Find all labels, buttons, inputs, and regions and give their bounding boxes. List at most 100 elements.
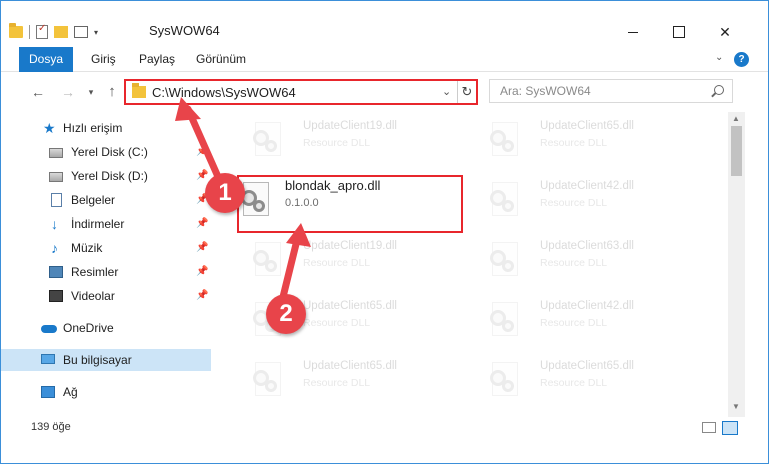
address-path[interactable]: C:\Windows\SysWOW64 [152,85,296,100]
file-name: UpdateClient65.dll [303,300,397,312]
file-name: UpdateClient19.dll [303,120,397,132]
large-icons-view-icon[interactable] [722,421,738,435]
forward-button[interactable]: → [58,82,78,102]
pin-icon[interactable]: 📌 [196,285,208,307]
recent-locations-button[interactable]: ▾ [81,82,101,102]
file-tile[interactable]: UpdateClient19.dll Resource DLL [231,232,461,290]
computer-icon [41,354,55,364]
chevron-down-icon[interactable]: ⌄ [442,85,451,98]
refresh-button[interactable]: ↻ [457,81,476,103]
quick-access-toolbar: ▾ [9,21,98,43]
file-description: Resource DLL [303,317,371,329]
sidebar-item-videos[interactable]: Videolar 📌 [1,285,211,307]
file-tile[interactable]: UpdateClient65.dll Resource DLL [231,292,461,350]
file-description: Resource DLL [540,257,608,269]
folder-icon [132,83,146,98]
pin-icon[interactable]: 📌 [196,261,208,283]
vertical-scrollbar[interactable]: ▲ ▼ [728,112,745,417]
scrollbar-thumb[interactable] [731,126,742,176]
navigation-bar: ← → ▾ ↑ C:\Windows\SysWOW64 ⌄ ↻ Ara: Sys… [1,73,768,111]
file-tile[interactable]: UpdateClient65.dll Resource DLL [468,352,698,410]
address-bar[interactable]: C:\Windows\SysWOW64 ⌄ ↻ [124,79,478,105]
dll-file-icon [488,360,522,402]
file-description: Resource DLL [540,137,608,149]
sidebar-item-music[interactable]: ♪ Müzik 📌 [1,237,211,259]
sidebar-item-label: Müzik [71,241,103,255]
file-name: UpdateClient65.dll [540,120,634,132]
sidebar-item-local-disk-d[interactable]: Yerel Disk (D:) 📌 [1,165,211,187]
file-description: Resource DLL [303,257,371,269]
window-title: SysWOW64 [149,23,220,38]
sidebar-item-label: Belgeler [71,193,116,207]
sidebar-item-onedrive[interactable]: OneDrive [1,317,211,339]
pin-icon[interactable]: 📌 [196,213,208,235]
up-button[interactable]: ↑ [102,82,122,102]
network-icon [41,386,55,398]
highlight-box [237,175,463,233]
sidebar-item-label: Yerel Disk (D:) [71,169,148,183]
file-name: UpdateClient65.dll [540,360,634,372]
music-icon: ♪ [51,240,58,256]
folder-icon[interactable] [9,23,23,38]
sidebar-item-label: Ağ [63,385,78,399]
ribbon-tabs: Dosya Giriş Paylaş Görünüm ⌄ ? [1,47,768,72]
search-box[interactable]: Ara: SysWOW64 [489,79,733,103]
sidebar-item-label: Yerel Disk (C:) [71,145,148,159]
back-button[interactable]: ← [28,82,48,102]
chevron-down-icon[interactable]: ▾ [94,28,98,37]
file-description: Resource DLL [303,377,371,389]
tab-file[interactable]: Dosya [19,47,73,72]
item-count: 139 öğe [31,421,71,433]
maximize-button[interactable] [663,21,695,43]
sidebar-item-label: Resimler [71,265,119,279]
sidebar-item-network[interactable]: Ağ [1,381,211,403]
sidebar-item-quick-access[interactable]: ★ Hızlı erişim [1,117,211,139]
pin-icon[interactable]: 📌 [196,237,208,259]
scroll-up-icon[interactable]: ▲ [732,114,740,123]
file-tile[interactable]: UpdateClient65.dll Resource DLL [231,352,461,410]
file-tile[interactable]: UpdateClient65.dll Resource DLL [468,112,698,170]
file-description: Resource DLL [540,197,608,209]
file-tile[interactable]: UpdateClient42.dll Resource DLL [468,292,698,350]
sidebar-item-pictures[interactable]: Resimler 📌 [1,261,211,283]
dll-file-icon [251,120,285,162]
sidebar-item-label: İndirmeler [71,217,125,231]
sidebar-item-downloads[interactable]: ↓ İndirmeler 📌 [1,213,211,235]
sidebar-item-documents[interactable]: Belgeler 📌 [1,189,211,211]
minimize-button[interactable] [617,21,649,43]
documents-icon [51,193,62,207]
file-tile[interactable]: UpdateClient19.dll Resource DLL [231,112,461,170]
tab-share[interactable]: Paylaş [129,47,185,72]
explorer-window: ▾ SysWOW64 ✕ Dosya Giriş Paylaş Görünüm … [0,0,769,464]
dll-file-icon [251,240,285,282]
tab-view[interactable]: Görünüm [186,47,256,72]
file-name: UpdateClient42.dll [540,300,634,312]
scroll-down-icon[interactable]: ▼ [732,402,740,411]
properties-icon[interactable] [36,23,48,39]
file-name: UpdateClient42.dll [540,180,634,192]
status-bar: 139 öğe [1,417,768,439]
sidebar-item-local-disk-c[interactable]: Yerel Disk (C:) 📌 [1,141,211,163]
file-tile[interactable]: UpdateClient63.dll Resource DLL [468,232,698,290]
pin-icon[interactable]: 📌 [196,141,208,163]
search-placeholder[interactable]: Ara: SysWOW64 [500,84,591,98]
dll-file-icon [488,180,522,222]
sidebar-item-label: Bu bilgisayar [63,353,132,367]
file-list: UpdateClient19.dll Resource DLL UpdateCl… [213,112,728,412]
tab-home[interactable]: Giriş [81,47,126,72]
search-icon[interactable] [714,85,724,95]
sidebar-item-this-pc[interactable]: Bu bilgisayar [1,349,211,371]
expand-ribbon-icon[interactable]: ⌄ [715,52,723,63]
close-button[interactable]: ✕ [709,21,741,43]
file-description: Resource DLL [540,317,608,329]
file-description: Resource DLL [540,377,608,389]
details-view-icon[interactable] [702,422,716,433]
dll-file-icon [488,300,522,342]
file-name: UpdateClient63.dll [540,240,634,252]
help-icon[interactable]: ? [734,52,749,67]
customize-toolbar-icon[interactable] [74,26,88,38]
file-tile[interactable]: UpdateClient42.dll Resource DLL [468,172,698,230]
file-name: UpdateClient19.dll [303,240,397,252]
videos-icon [49,290,63,302]
new-folder-icon[interactable] [54,26,68,38]
